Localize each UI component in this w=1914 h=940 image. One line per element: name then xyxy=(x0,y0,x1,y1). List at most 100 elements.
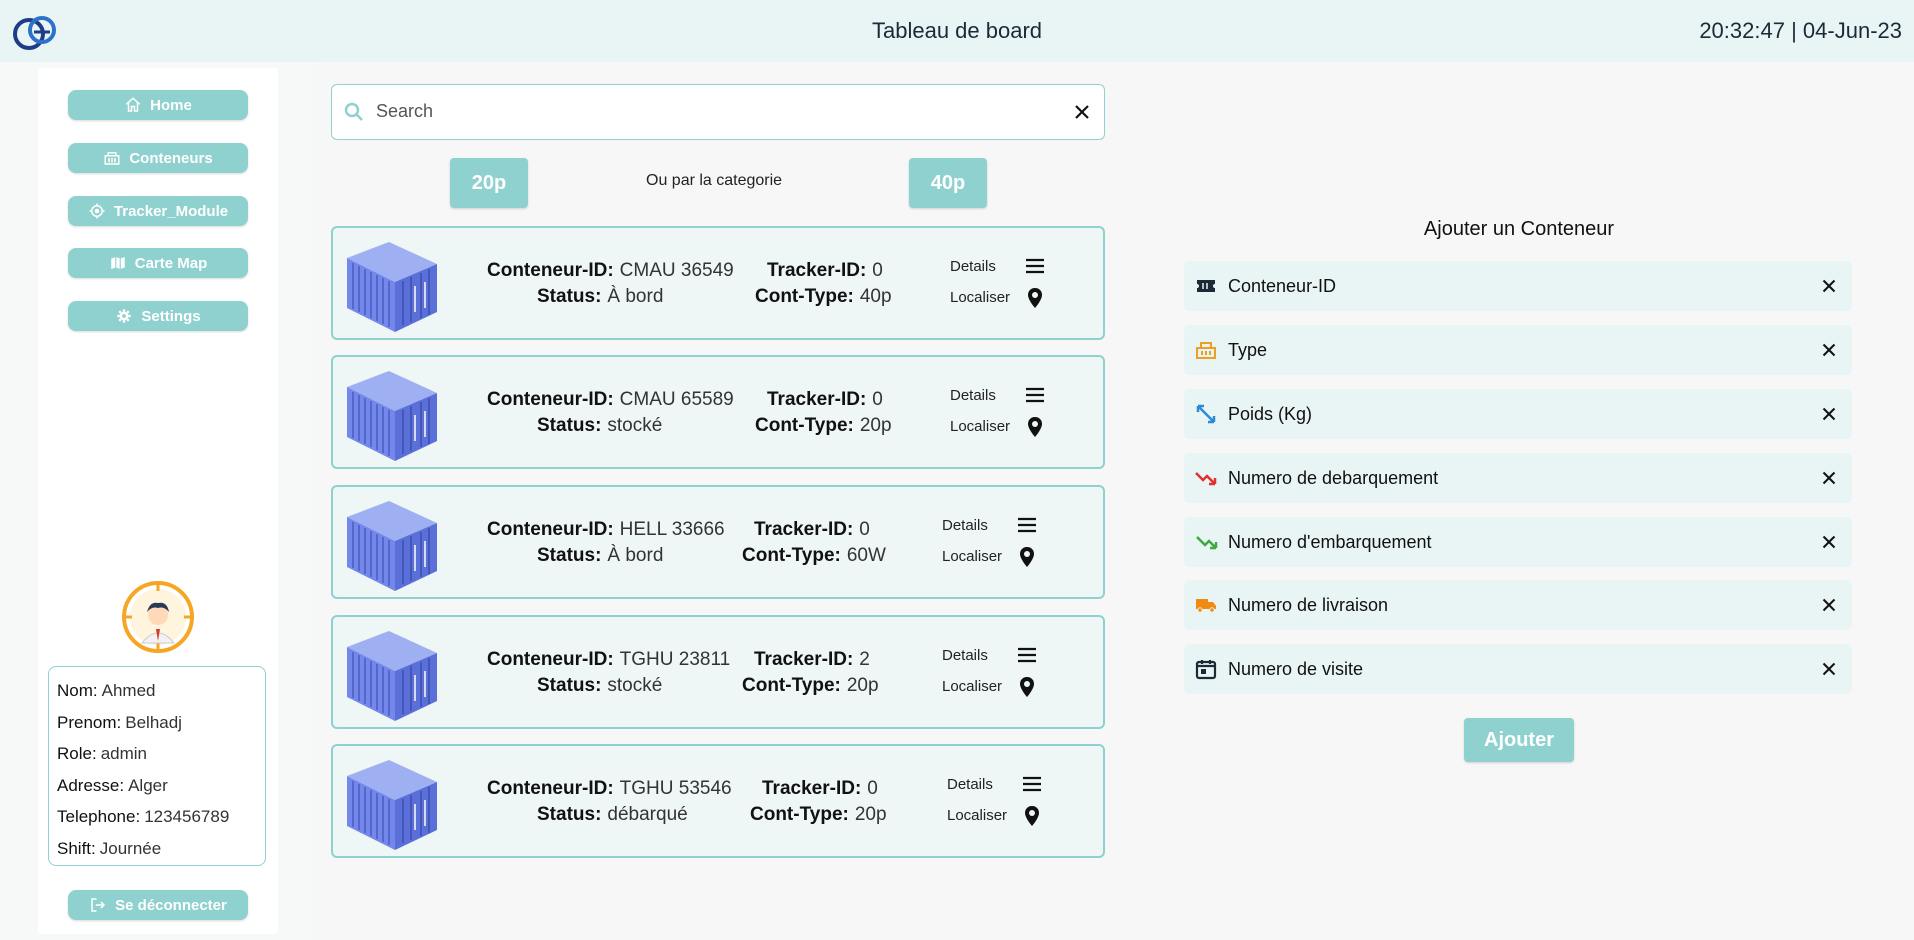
sidebar-item-label: Conteneurs xyxy=(129,149,213,167)
container-card[interactable]: Conteneur-ID: TGHU 53546 Status: débarqué Tr… xyxy=(331,744,1105,858)
container-type-row: Cont-Type: 20p xyxy=(742,675,879,697)
container-image xyxy=(347,371,437,461)
location-pin-icon[interactable] xyxy=(1023,286,1047,310)
container-image xyxy=(347,631,437,721)
menu-icon[interactable] xyxy=(1015,643,1039,667)
category-20p-button[interactable]: 20p xyxy=(450,158,528,208)
sidebar-item-conteneurs[interactable]: Conteneurs xyxy=(68,143,248,173)
container-id-label: Conteneur-ID: xyxy=(487,260,614,281)
form-field[interactable]: Numero de visite xyxy=(1184,644,1852,694)
form-field[interactable]: Conteneur-ID xyxy=(1184,261,1852,311)
sidebar-item-label: Carte Map xyxy=(134,254,208,272)
home-icon xyxy=(125,97,141,112)
form-field[interactable]: Poids (Kg) xyxy=(1184,389,1852,439)
form-field[interactable]: Type xyxy=(1184,325,1852,375)
container-id-label: Conteneur-ID: xyxy=(487,519,614,540)
close-icon[interactable] xyxy=(1818,339,1840,361)
profile-row: Prenom: Belhadj xyxy=(57,707,257,739)
form-field-input[interactable]: Numero de debarquement xyxy=(1228,468,1438,489)
category-label: Ou par la categorie xyxy=(646,172,783,189)
container-type-row: Cont-Type: 60W xyxy=(742,545,886,567)
container-id-label: Conteneur-ID: xyxy=(487,389,614,410)
close-icon[interactable] xyxy=(1818,531,1840,553)
avatar[interactable] xyxy=(120,579,196,655)
container-id-label: Conteneur-ID: xyxy=(487,778,614,799)
category-40p-button[interactable]: 40p xyxy=(909,158,987,208)
tracker-id-label: Tracker-ID: xyxy=(762,778,862,799)
close-icon[interactable] xyxy=(1070,100,1094,124)
tracker-id-row: Tracker-ID: 2 xyxy=(754,649,870,671)
profile-key: Adresse: xyxy=(57,775,125,795)
container-status-value: stocké xyxy=(607,415,663,436)
form-field-input[interactable]: Type xyxy=(1228,340,1267,361)
form-field-input[interactable]: Conteneur-ID xyxy=(1228,276,1336,297)
menu-icon[interactable] xyxy=(1020,772,1044,796)
search-bar[interactable]: Search xyxy=(331,84,1105,140)
container-icon xyxy=(1196,342,1216,359)
tracker-id-label: Tracker-ID: xyxy=(754,649,854,670)
form-field[interactable]: Numero d'embarquement xyxy=(1184,517,1852,567)
profile-row: Telephone: 123456789 xyxy=(57,801,257,833)
location-pin-icon[interactable] xyxy=(1020,804,1044,828)
tracker-id-label: Tracker-ID: xyxy=(767,389,867,410)
profile-row: Nom: Ahmed xyxy=(57,675,257,707)
form-field-input[interactable]: Poids (Kg) xyxy=(1228,404,1312,425)
container-card[interactable]: Conteneur-ID: TGHU 23811 Status: stocké Trac… xyxy=(331,615,1105,729)
profile-value: Belhadj xyxy=(125,712,182,732)
location-pin-icon[interactable] xyxy=(1015,675,1039,699)
add-button[interactable]: Ajouter xyxy=(1464,718,1574,762)
container-status-label: Status: xyxy=(537,415,602,436)
menu-icon[interactable] xyxy=(1023,383,1047,407)
form-field[interactable]: Numero de debarquement xyxy=(1184,453,1852,503)
calendar-icon xyxy=(1195,660,1217,680)
container-status-row: Status: débarqué xyxy=(537,804,688,826)
location-pin-icon[interactable] xyxy=(1023,415,1047,439)
map-icon xyxy=(110,257,125,269)
details-link[interactable]: Details xyxy=(950,387,996,404)
tracker-id-value: 2 xyxy=(859,649,870,670)
sidebar-item-settings[interactable]: Settings xyxy=(68,301,248,331)
localiser-link[interactable]: Localiser xyxy=(950,289,1010,306)
profile-row: Role: admin xyxy=(57,738,257,770)
form-field-input[interactable]: Numero d'embarquement xyxy=(1228,532,1432,553)
search-input[interactable]: Search xyxy=(376,101,433,122)
details-link[interactable]: Details xyxy=(947,776,993,793)
container-icon xyxy=(104,152,120,165)
close-icon[interactable] xyxy=(1818,467,1840,489)
container-type-value: 40p xyxy=(859,286,892,307)
form-field-input[interactable]: Numero de livraison xyxy=(1228,595,1388,616)
menu-icon[interactable] xyxy=(1015,513,1039,537)
top-bar: Tableau de board 20:32:47 | 04-Jun-23 xyxy=(0,0,1914,62)
sidebar-item-map[interactable]: Carte Map xyxy=(68,248,248,278)
form-field-input[interactable]: Numero de visite xyxy=(1228,659,1363,680)
sidebar-item-tracker[interactable]: Tracker_Module xyxy=(68,196,248,226)
localiser-link[interactable]: Localiser xyxy=(942,678,1002,695)
details-link[interactable]: Details xyxy=(942,647,988,664)
container-card[interactable]: Conteneur-ID: CMAU 65589 Status: stocké Trac… xyxy=(331,355,1105,469)
details-link[interactable]: Details xyxy=(942,517,988,534)
close-icon[interactable] xyxy=(1818,275,1840,297)
container-card[interactable]: Conteneur-ID: CMAU 36549 Status: À bord Trac… xyxy=(331,226,1105,340)
details-link[interactable]: Details xyxy=(950,258,996,275)
localiser-link[interactable]: Localiser xyxy=(947,807,1007,824)
tracker-id-label: Tracker-ID: xyxy=(754,519,854,540)
close-icon[interactable] xyxy=(1818,403,1840,425)
close-icon[interactable] xyxy=(1818,594,1840,616)
localiser-link[interactable]: Localiser xyxy=(950,418,1010,435)
container-card[interactable]: Conteneur-ID: HELL 33666 Status: À bord Trac… xyxy=(331,485,1105,599)
logout-button[interactable]: Se déconnecter xyxy=(68,890,248,920)
container-status-label: Status: xyxy=(537,675,602,696)
container-id-value: CMAU 65589 xyxy=(619,389,734,410)
close-icon[interactable] xyxy=(1818,658,1840,680)
localiser-link[interactable]: Localiser xyxy=(942,548,1002,565)
container-type-label: Cont-Type: xyxy=(742,545,841,566)
ticket-icon xyxy=(1197,280,1215,292)
profile-value: Alger xyxy=(128,775,168,795)
menu-icon[interactable] xyxy=(1023,254,1047,278)
page-title: Tableau de board xyxy=(871,18,1043,43)
container-status-row: Status: À bord xyxy=(537,545,663,567)
form-field[interactable]: Numero de livraison xyxy=(1184,580,1852,630)
location-pin-icon[interactable] xyxy=(1015,545,1039,569)
sidebar-item-home[interactable]: Home xyxy=(68,90,248,120)
container-type-label: Cont-Type: xyxy=(755,415,854,436)
